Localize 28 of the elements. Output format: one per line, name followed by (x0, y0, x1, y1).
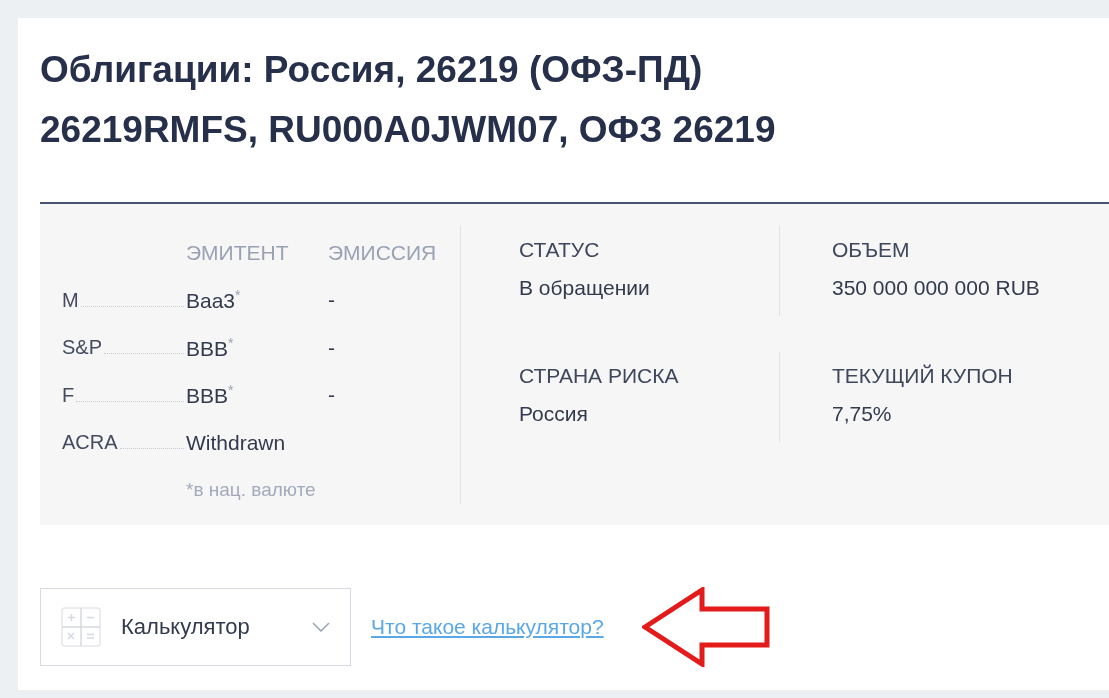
agency-name: ACRA (62, 431, 118, 455)
footnote: *в нац. валюте (186, 479, 317, 502)
rating-value: Baa3$^{*}$ (186, 287, 242, 314)
rating-value: - (328, 335, 336, 360)
rating-value: - (328, 288, 336, 313)
fact-label: СТАТУС (519, 238, 601, 262)
rating-value: Withdrawn (186, 430, 287, 455)
fact-label: СТРАНА РИСКА (519, 364, 680, 388)
chevron-icon (312, 622, 330, 632)
rating-value: BBB$^{*}$ (186, 382, 235, 409)
fact-value: В обращении (519, 276, 651, 300)
rating-value: - (328, 383, 336, 408)
column-header: ЭМИТЕНТ (186, 240, 290, 265)
fact-value: 350 000 000 000 RUB (832, 276, 1041, 300)
page-title: Облигации: Россия, 26219 (ОФЗ-ПД) (40, 48, 703, 92)
rating-value: BBB$^{*}$ (186, 334, 235, 361)
column-header: ЭМИССИЯ (328, 240, 438, 265)
fact-label: ТЕКУЩИЙ КУПОН (832, 364, 1014, 388)
fact-label: ОБЪЕМ (832, 238, 911, 262)
fact-value: Россия (519, 402, 589, 426)
calculator-icon (61, 607, 101, 647)
fact-value: 7,75% (832, 402, 893, 426)
page-title: 26219RMFS, RU000A0JWM07, ОФЗ 26219 (40, 108, 776, 152)
calculator-dropdown[interactable]: Калькулятор (40, 588, 351, 666)
agency-name: M (62, 288, 79, 312)
agency-name: S&P (62, 336, 103, 360)
arrow-icon (641, 587, 770, 667)
agency-name: F (62, 383, 75, 407)
